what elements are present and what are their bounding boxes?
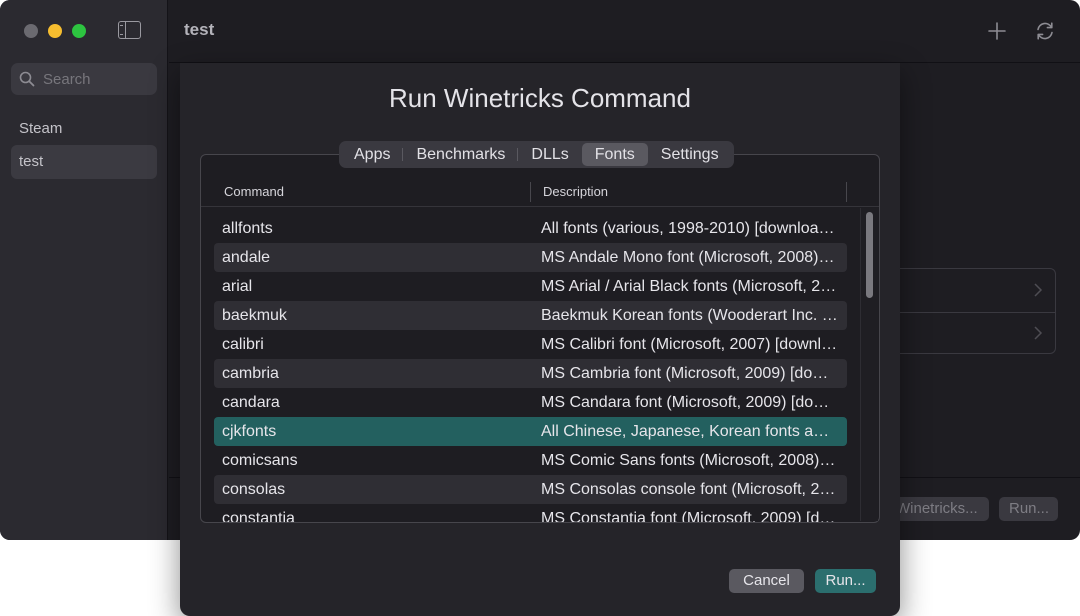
table-row[interactable]: baekmuk Baekmuk Korean fonts (Wooderart … — [214, 301, 847, 330]
table-row[interactable]: consolas MS Consolas console font (Micro… — [214, 475, 847, 504]
description-cell: MS Comic Sans fonts (Microsoft, 2008) [d… — [541, 452, 838, 469]
search-icon — [19, 71, 35, 87]
page-title: test — [184, 20, 215, 39]
command-cell: allfonts — [222, 220, 273, 237]
tab-dlls[interactable]: DLLs — [518, 143, 581, 166]
column-header-command[interactable]: Command — [224, 176, 284, 207]
description-cell: MS Arial / Arial Black fonts (Microsoft,… — [541, 278, 838, 295]
table-row[interactable]: constantia MS Constantia font (Microsoft… — [214, 504, 847, 522]
run-button[interactable]: Run... — [815, 569, 876, 593]
command-cell: comicsans — [222, 452, 298, 469]
search-field[interactable] — [11, 63, 157, 95]
description-cell: MS Calibri font (Microsoft, 2007) [downl… — [541, 336, 838, 353]
winetricks-dialog: Run Winetricks Command Apps Benchmarks D… — [180, 63, 900, 616]
description-cell: Baekmuk Korean fonts (Wooderart Inc. / k… — [541, 307, 838, 324]
table-row[interactable]: candara MS Candara font (Microsoft, 2009… — [214, 388, 847, 417]
maximize-window-button[interactable] — [72, 24, 86, 38]
command-cell: consolas — [222, 481, 286, 498]
table-header: Command Description — [201, 176, 879, 207]
command-cell: arial — [222, 278, 253, 295]
tab-settings[interactable]: Settings — [648, 143, 732, 166]
command-cell: constantia — [222, 510, 295, 522]
column-divider[interactable] — [530, 182, 531, 202]
tab-benchmarks[interactable]: Benchmarks — [403, 143, 519, 166]
table-row-selected[interactable]: cjkfonts All Chinese, Japanese, Korean f… — [214, 417, 847, 446]
table-row[interactable]: allfonts All fonts (various, 1998-2010) … — [214, 214, 847, 243]
description-cell: All Chinese, Japanese, Korean fonts and … — [541, 423, 838, 440]
description-cell: MS Consolas console font (Microsoft, 201… — [541, 481, 838, 498]
table-row[interactable]: cambria MS Cambria font (Microsoft, 2009… — [214, 359, 847, 388]
chevron-right-icon[interactable] — [1033, 326, 1043, 340]
command-cell: andale — [222, 249, 271, 266]
command-cell: cambria — [222, 365, 279, 382]
column-divider[interactable] — [846, 182, 847, 202]
refresh-icon[interactable] — [1034, 20, 1056, 42]
command-cell: baekmuk — [222, 307, 287, 324]
cancel-button[interactable]: Cancel — [729, 569, 804, 593]
sidebar-item-steam[interactable]: Steam — [11, 112, 157, 146]
scrollbar-thumb[interactable] — [866, 212, 873, 298]
category-tabs: Apps Benchmarks DLLs Fonts Settings — [339, 141, 734, 168]
plus-icon[interactable] — [986, 20, 1008, 42]
description-cell: All fonts (various, 1998-2010) [download… — [541, 220, 838, 237]
sidebar-item-test[interactable]: test — [11, 145, 157, 179]
tab-apps[interactable]: Apps — [341, 143, 404, 166]
background-settings-card — [880, 268, 1056, 354]
sidebar: Steam test — [0, 0, 168, 540]
description-cell: MS Candara font (Microsoft, 2009) [downl… — [541, 394, 838, 411]
table-row[interactable]: calibri MS Calibri font (Microsoft, 2007… — [214, 330, 847, 359]
description-cell: MS Constantia font (Microsoft, 2009) [do… — [541, 510, 838, 522]
description-cell: MS Cambria font (Microsoft, 2009) [downl… — [541, 365, 838, 382]
command-cell: candara — [222, 394, 280, 411]
table-row[interactable]: andale MS Andale Mono font (Microsoft, 2… — [214, 243, 847, 272]
card-divider — [881, 312, 1055, 313]
column-header-description[interactable]: Description — [543, 176, 608, 207]
sidebar-toggle-icon[interactable] — [118, 21, 141, 39]
search-input[interactable] — [41, 63, 153, 95]
run-button-background[interactable]: Run... — [999, 497, 1058, 521]
tab-fonts[interactable]: Fonts — [581, 143, 648, 166]
table-row[interactable]: comicsans MS Comic Sans fonts (Microsoft… — [214, 446, 847, 475]
command-list: allfonts All fonts (various, 1998-2010) … — [214, 214, 847, 522]
dialog-title: Run Winetricks Command — [389, 83, 691, 113]
description-cell: MS Andale Mono font (Microsoft, 2008) [d… — [541, 249, 838, 266]
minimize-window-button[interactable] — [48, 24, 62, 38]
table-row[interactable]: arial MS Arial / Arial Black fonts (Micr… — [214, 272, 847, 301]
close-window-button[interactable] — [24, 24, 38, 38]
command-cell: calibri — [222, 336, 264, 353]
table-scrollbar[interactable] — [860, 208, 878, 521]
command-cell: cjkfonts — [222, 423, 277, 440]
chevron-right-icon[interactable] — [1033, 283, 1043, 297]
